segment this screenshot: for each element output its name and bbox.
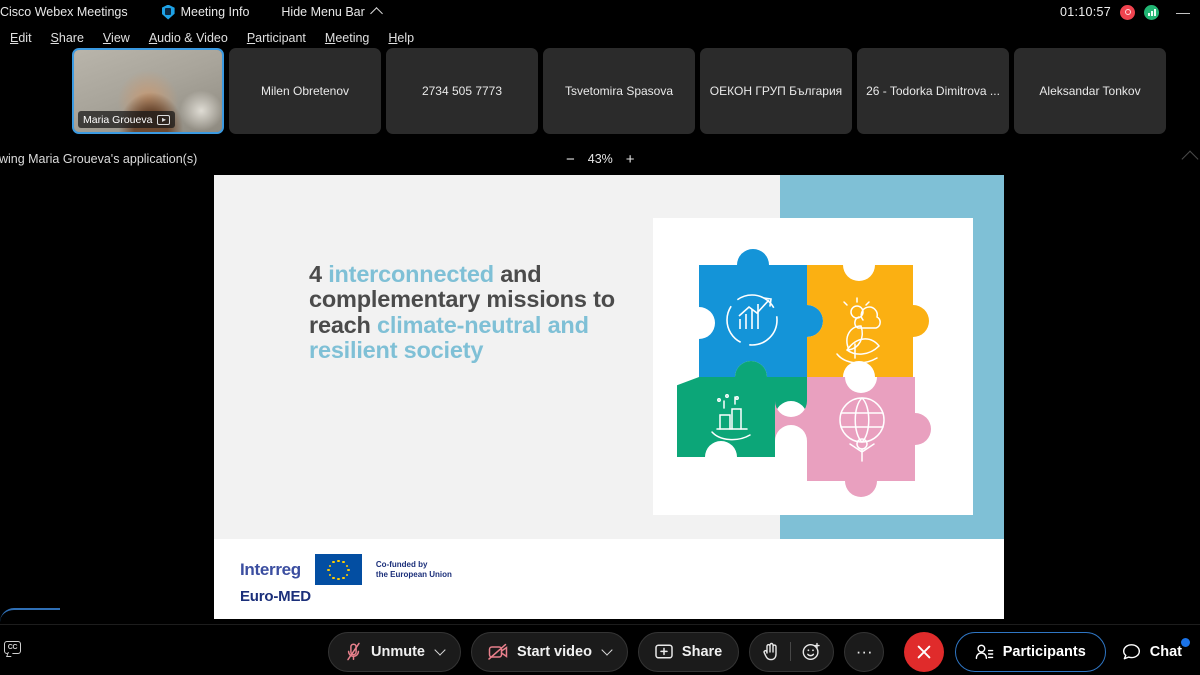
interreg-logo: Interreg Co-funded by the European Union [240, 554, 452, 605]
meeting-controls-bar: Unmute Start video Share ··· Participant… [0, 628, 1200, 675]
participants-label: Participants [1002, 643, 1086, 660]
title-bar-status: 01:10:57 — [1060, 4, 1200, 20]
name-badge: Maria Groueva ▸ [78, 111, 176, 128]
zoom-out-button[interactable]: − [566, 152, 575, 167]
zoom-in-button[interactable]: + [626, 152, 635, 167]
participant-tile[interactable]: 26 - Todorka Dimitrova ... [857, 48, 1009, 134]
participant-tile[interactable]: Milen Obretenov [229, 48, 381, 134]
slide-title-accent: climate-neutral [377, 311, 542, 338]
minimize-button[interactable]: — [1176, 4, 1190, 20]
menu-item-view[interactable]: View [103, 31, 130, 45]
participants-button[interactable]: Participants [954, 631, 1106, 672]
participant-tile[interactable]: ОЕКОН ГРУП България [700, 48, 852, 134]
signal-strength-icon[interactable] [1144, 4, 1159, 20]
meeting-info-button[interactable]: Meeting Info [161, 4, 250, 20]
participant-tile-active[interactable]: Maria Groueva ▸ [72, 48, 224, 134]
slide-title-accent: interconnected [328, 261, 494, 287]
participant-tile[interactable]: 2734 505 7773 [386, 48, 538, 134]
webex-meeting-window: Cisco Webex Meetings Meeting Info Hide M… [0, 0, 1200, 675]
participant-tile[interactable]: Tsvetomira Spasova [543, 48, 695, 134]
sharing-status-text: ewing Maria Groueva's application(s) [0, 152, 198, 166]
menu-item-help[interactable]: Help [388, 31, 414, 45]
app-title: Cisco Webex Meetings [0, 5, 128, 19]
title-bar: Cisco Webex Meetings Meeting Info Hide M… [0, 0, 1200, 24]
more-options-button[interactable]: ··· [844, 631, 885, 672]
divider [790, 642, 792, 661]
scrollbar-corner[interactable] [0, 608, 60, 622]
participant-name: 26 - Todorka Dimitrova ... [866, 84, 1000, 98]
chat-button[interactable]: Chat [1122, 637, 1190, 661]
participant-tile[interactable]: Aleksandar Tonkov [1014, 48, 1166, 134]
participant-name: 2734 505 7773 [421, 84, 503, 98]
sharing-status-bar: ewing Maria Groueva's application(s) − 4… [0, 146, 1200, 172]
participant-filmstrip: Maria Groueva ▸ Milen Obretenov 2734 505… [0, 48, 1200, 134]
menu-item-share[interactable]: Share [51, 31, 84, 45]
zoom-level-label: 43% [587, 152, 613, 166]
participant-name: Aleksandar Tonkov [1039, 84, 1141, 98]
zoom-controls: − 43% + [566, 146, 635, 172]
shield-icon [161, 4, 175, 20]
microphone-muted-icon [347, 642, 360, 661]
recording-icon[interactable] [1120, 4, 1135, 20]
chevron-down-icon[interactable] [601, 643, 613, 656]
participants-icon [975, 644, 994, 659]
shared-content-stage: 4 interconnected and complementary missi… [0, 172, 1200, 622]
slide-title-part: 4 [309, 261, 329, 287]
participant-name: Maria Groueva [83, 113, 153, 126]
eu-funding-text: Co-funded by the European Union [376, 560, 452, 580]
eu-funding-line2: the European Union [375, 569, 452, 579]
screen-share-icon: ▸ [157, 114, 171, 125]
collapse-arrow-icon[interactable] [1181, 150, 1199, 168]
puzzle-piece-top-left [699, 249, 823, 377]
menu-item-audio-video[interactable]: Audio & Video [149, 31, 228, 45]
reactions-icon[interactable] [802, 642, 821, 661]
chat-label: Chat [1149, 643, 1182, 660]
end-call-icon [917, 645, 931, 658]
start-video-button[interactable]: Start video [470, 631, 628, 672]
chat-icon [1122, 643, 1140, 659]
slide-title-part: complementary missions [309, 286, 587, 313]
share-button[interactable]: Share [637, 631, 740, 672]
programme-name: Euro-MED [240, 588, 311, 605]
meeting-info-label: Meeting Info [180, 5, 250, 19]
meeting-timer: 01:10:57 [1059, 5, 1111, 19]
chevron-down-icon[interactable] [434, 643, 446, 656]
menu-item-meeting[interactable]: Meeting [325, 31, 369, 45]
hide-menu-bar-label: Hide Menu Bar [281, 5, 365, 19]
raise-hand-icon[interactable] [762, 642, 779, 661]
eu-funding-line1: Co-funded by [375, 559, 428, 569]
leave-meeting-button[interactable] [904, 631, 945, 672]
participant-name: Tsvetomira Spasova [564, 84, 674, 98]
menu-item-participant[interactable]: Participant [247, 31, 306, 45]
eu-flag-icon [314, 554, 362, 585]
slide-title-part: and [493, 261, 542, 287]
unmute-label: Unmute [371, 643, 425, 660]
presentation-slide: 4 interconnected and complementary missi… [214, 175, 1004, 619]
share-screen-icon [655, 644, 673, 659]
controls-divider [0, 624, 1200, 625]
interreg-wordmark: Interreg [240, 559, 301, 579]
puzzle-graphic [677, 249, 931, 497]
slide-title: 4 interconnected and complementary missi… [309, 261, 639, 364]
reactions-group [749, 631, 835, 672]
notification-badge [1181, 637, 1190, 647]
unmute-button[interactable]: Unmute [328, 631, 461, 672]
participant-name: Milen Obretenov [260, 84, 350, 98]
hide-menu-bar-button[interactable]: Hide Menu Bar [281, 5, 383, 20]
start-video-label: Start video [516, 643, 592, 660]
participant-name: ОЕКОН ГРУП България [709, 84, 843, 98]
puzzle-piece-top-right [807, 265, 929, 377]
share-label: Share [681, 643, 723, 660]
slide-image-card [653, 218, 973, 515]
menu-bar: Edit Share View Audio & Video Participan… [0, 28, 414, 48]
camera-muted-icon [488, 643, 508, 660]
chevron-up-icon [369, 7, 383, 20]
more-options-label: ··· [855, 641, 873, 661]
menu-item-edit[interactable]: Edit [10, 31, 32, 45]
